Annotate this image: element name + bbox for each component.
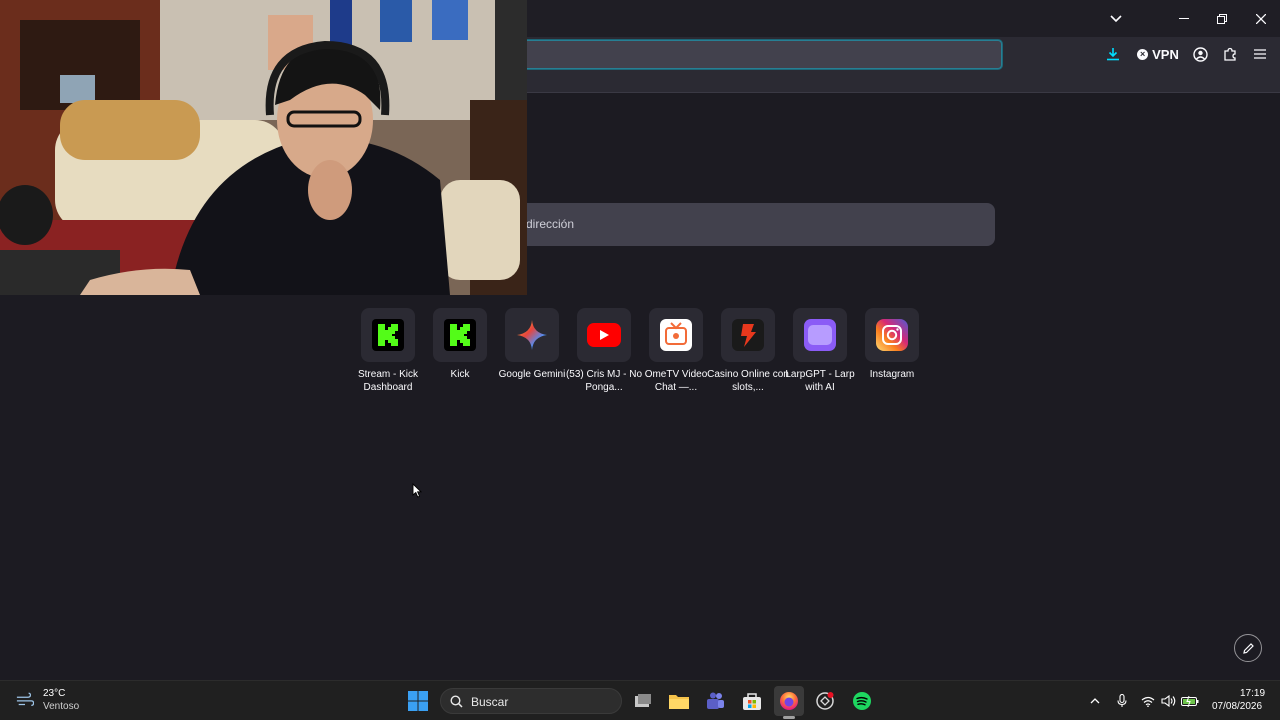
shortcut-youtube[interactable]: (53) Cris MJ - No Ponga... [566,308,642,394]
tray-volume[interactable] [1159,692,1177,710]
ometv-icon [660,319,692,351]
taskbar-file-explorer[interactable] [664,686,694,716]
shortcut-tile [793,308,847,362]
minimize-button[interactable] [1165,0,1203,37]
casino-icon [732,319,764,351]
taskbar-app-notification[interactable] [810,686,840,716]
shortcut-tile [361,308,415,362]
webcam-overlay [0,0,527,295]
firefox-icon [780,692,798,710]
teams-icon [707,692,724,709]
shortcut-casino[interactable]: Casino Online con slots,... [707,308,789,394]
shortcut-label: Instagram [869,369,915,380]
mouse-cursor-icon [412,483,422,498]
volume-icon [1160,695,1175,707]
download-icon [1107,48,1119,61]
wind-icon [16,692,34,707]
chevron-up-icon [1090,698,1100,704]
close-button[interactable] [1242,0,1280,37]
search-placeholder: dirección [526,217,575,231]
taskbar-task-view[interactable] [628,686,658,716]
shortcut-tile [505,308,559,362]
taskbar-firefox[interactable] [774,686,804,719]
search-icon [450,695,463,708]
shortcut-tile [433,308,487,362]
weather-temperature[interactable]: 23°C [43,688,65,699]
minimize-icon [1179,17,1189,19]
clock-date[interactable]: 07/08/2026 [1212,701,1262,712]
gemini-icon [517,320,547,350]
tray-microphone[interactable] [1113,692,1131,710]
shortcut-tile [649,308,703,362]
shortcut-tile [721,308,775,362]
tray-battery[interactable] [1181,692,1199,710]
restore-button[interactable] [1203,0,1241,37]
shortcut-instagram[interactable]: Instagram [856,308,928,381]
weather-description[interactable]: Ventoso [43,701,79,712]
shortcut-stream-kick-dashboard[interactable]: Stream - Kick Dashboard [352,308,424,394]
shortcut-label: OmeTV Video Chat —... [644,369,708,393]
shortcut-tile [577,308,631,362]
microphone-icon [1117,694,1127,707]
shortcut-kick[interactable]: Kick [424,308,496,381]
start-button[interactable] [403,686,433,716]
customize-button[interactable] [1234,634,1262,662]
instagram-icon [876,319,908,351]
shortcut-label: LarpGPT - Larp with AI [785,369,855,393]
active-app-indicator [783,716,795,719]
kick-icon [372,319,404,351]
webcam-feed-image [0,0,527,295]
shortcut-larpgpt[interactable]: LarpGPT - Larp with AI [784,308,856,394]
task-view-icon [635,694,651,707]
shortcut-label: Kick [450,369,470,380]
shortcut-label: Stream - Kick Dashboard [357,369,418,393]
hamburger-menu-icon [1254,49,1266,59]
weather-widget-icon[interactable] [16,691,34,709]
windows-logo-icon [408,691,428,711]
shortcut-label: (53) Cris MJ - No Ponga... [565,369,643,393]
vpn-button[interactable]: × VPN [1135,37,1181,71]
larpgpt-icon [804,319,836,351]
top-sites-grid: Stream - Kick Dashboard Kick Google Gemi… [352,308,932,398]
tray-wifi[interactable] [1139,692,1157,710]
close-icon [1256,13,1266,24]
taskbar-teams[interactable] [700,686,730,716]
app-menu-button[interactable] [1250,37,1270,71]
downloads-button[interactable] [1102,37,1124,71]
shortcut-label: Google Gemini [498,369,566,380]
app-icon [816,692,834,710]
account-button[interactable] [1190,37,1210,71]
battery-charging-icon [1181,695,1199,707]
extensions-button[interactable] [1220,37,1240,71]
account-icon [1192,46,1208,62]
shortcut-tile [865,308,919,362]
pencil-icon [1242,642,1254,654]
chevron-down-icon [1110,14,1122,22]
vpn-label: VPN [1152,46,1179,62]
puzzle-icon [1224,47,1236,61]
tab-list-button[interactable] [1097,0,1135,37]
tray-overflow-button[interactable] [1086,692,1104,710]
vpn-off-icon: × [1137,48,1149,60]
taskbar-search[interactable]: Buscar [440,688,622,714]
youtube-icon [587,323,621,347]
shortcut-google-gemini[interactable]: Google Gemini [496,308,568,381]
wifi-icon [1141,696,1155,707]
folder-icon [669,695,689,709]
clock-time[interactable]: 17:19 [1240,688,1265,699]
taskbar-search-label: Buscar [471,695,509,709]
spotify-icon [853,692,871,710]
taskbar-spotify[interactable] [847,686,877,716]
restore-icon [1217,13,1227,24]
windows-taskbar: 23°C Ventoso Buscar 17:19 07/08/2026 [0,680,1280,720]
kick-icon [444,319,476,351]
taskbar-store[interactable] [737,686,767,716]
shortcut-ometv[interactable]: OmeTV Video Chat —... [640,308,712,394]
store-icon [743,693,761,710]
shortcut-label: Casino Online con slots,... [707,369,789,393]
